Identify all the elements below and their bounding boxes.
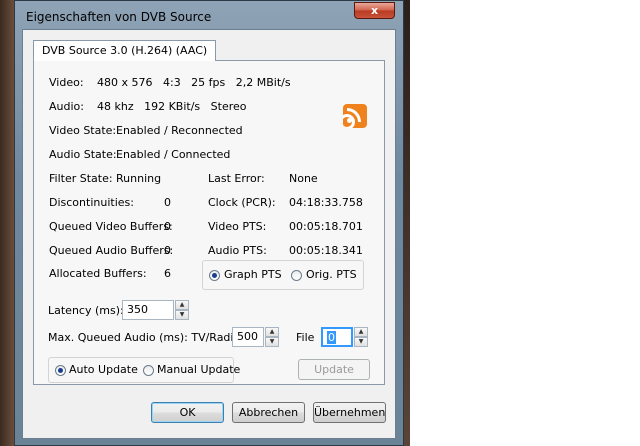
audio-pts-label: Audio PTS: (208, 244, 267, 257)
video-pts-value: 00:05:18.701 (289, 220, 363, 233)
video-label: Video: (49, 76, 84, 89)
discontinuities-label: Discontinuities: (49, 196, 134, 209)
window-title: Eigenschaften von DVB Source (26, 10, 212, 24)
spin-down-arrow-icon[interactable]: ▼ (354, 337, 368, 347)
desktop-background-left (0, 0, 14, 446)
orig-pts-radio[interactable] (291, 270, 302, 281)
file-input-value: 0 (327, 331, 336, 344)
dialog-client-area: DVB Source 3.0 (H.264) (AAC) Video: 480 … (22, 29, 396, 439)
latency-spinner[interactable]: ▲ ▼ (175, 300, 189, 320)
properties-dialog: Eigenschaften von DVB Source x DVB Sourc… (14, 0, 404, 446)
graph-pts-radio[interactable] (209, 270, 220, 281)
video-pts-label: Video PTS: (208, 220, 267, 233)
auto-update-label[interactable]: Auto Update (69, 363, 138, 376)
allocated-buffers-value: 6 (164, 267, 171, 280)
pts-mode-group: Graph PTS Orig. PTS (202, 260, 364, 290)
latency-input[interactable]: 350 (122, 300, 174, 320)
latency-label: Latency (ms): (48, 304, 124, 317)
audio-state-label: Audio State: (49, 148, 117, 161)
clock-value: 04:18:33.758 (289, 196, 363, 209)
spin-up-arrow-icon[interactable]: ▲ (354, 327, 368, 337)
spin-up-arrow-icon[interactable]: ▲ (265, 327, 279, 337)
close-icon: x (370, 4, 379, 17)
tab-panel: Video: 480 x 576 4:3 25 fps 2,2 MBit/s A… (33, 60, 385, 385)
manual-update-label[interactable]: Manual Update (157, 363, 240, 376)
audio-value: 48 khz 192 KBit/s Stereo (97, 100, 247, 113)
queued-audio-label: Queued Audio Buffers: (49, 244, 174, 257)
queued-audio-value: 0 (164, 244, 171, 257)
filter-state-value: Running (116, 172, 162, 185)
clock-label: Clock (PCR): (208, 196, 276, 209)
video-state-label: Video State: (49, 124, 117, 137)
audio-label: Audio: (49, 100, 84, 113)
apply-button[interactable]: Übernehmen (313, 402, 386, 423)
update-mode-group: Auto Update Manual Update (48, 357, 240, 383)
cancel-button[interactable]: Abbrechen (232, 402, 305, 423)
manual-update-radio[interactable] (143, 365, 154, 376)
last-error-label: Last Error: (208, 172, 265, 185)
allocated-buffers-label: Allocated Buffers: (49, 267, 147, 280)
file-input[interactable]: 0 (321, 327, 353, 347)
spin-down-arrow-icon[interactable]: ▼ (175, 310, 189, 320)
queued-video-value: 0 (164, 220, 171, 233)
tab-dvb-source[interactable]: DVB Source 3.0 (H.264) (AAC) (33, 40, 217, 61)
max-queued-audio-label: Max. Queued Audio (ms): TV/Radio (48, 331, 241, 344)
spin-down-arrow-icon[interactable]: ▼ (265, 337, 279, 347)
desktop-background-right (404, 0, 410, 446)
filter-state-label: Filter State: (49, 172, 113, 185)
max-queued-audio-spinner[interactable]: ▲ ▼ (265, 327, 279, 347)
file-spinner[interactable]: ▲ ▼ (354, 327, 368, 347)
audio-state-value: Enabled / Connected (116, 148, 231, 161)
file-label: File (296, 331, 315, 344)
auto-update-radio[interactable] (55, 365, 66, 376)
update-button[interactable]: Update (298, 359, 370, 380)
graph-pts-label[interactable]: Graph PTS (224, 268, 282, 281)
ok-button[interactable]: OK (151, 402, 224, 423)
queued-video-label: Queued Video Buffers: (49, 220, 173, 233)
close-button[interactable]: x (354, 2, 395, 19)
orig-pts-label[interactable]: Orig. PTS (306, 268, 357, 281)
last-error-value: None (289, 172, 318, 185)
rss-feed-icon (343, 104, 367, 128)
discontinuities-value: 0 (164, 196, 171, 209)
spin-up-arrow-icon[interactable]: ▲ (175, 300, 189, 310)
video-value: 480 x 576 4:3 25 fps 2,2 MBit/s (97, 76, 291, 89)
audio-pts-value: 00:05:18.341 (289, 244, 363, 257)
max-queued-audio-input[interactable]: 500 (232, 327, 264, 347)
title-bar[interactable]: Eigenschaften von DVB Source x (15, 1, 403, 29)
video-state-value: Enabled / Reconnected (116, 124, 243, 137)
